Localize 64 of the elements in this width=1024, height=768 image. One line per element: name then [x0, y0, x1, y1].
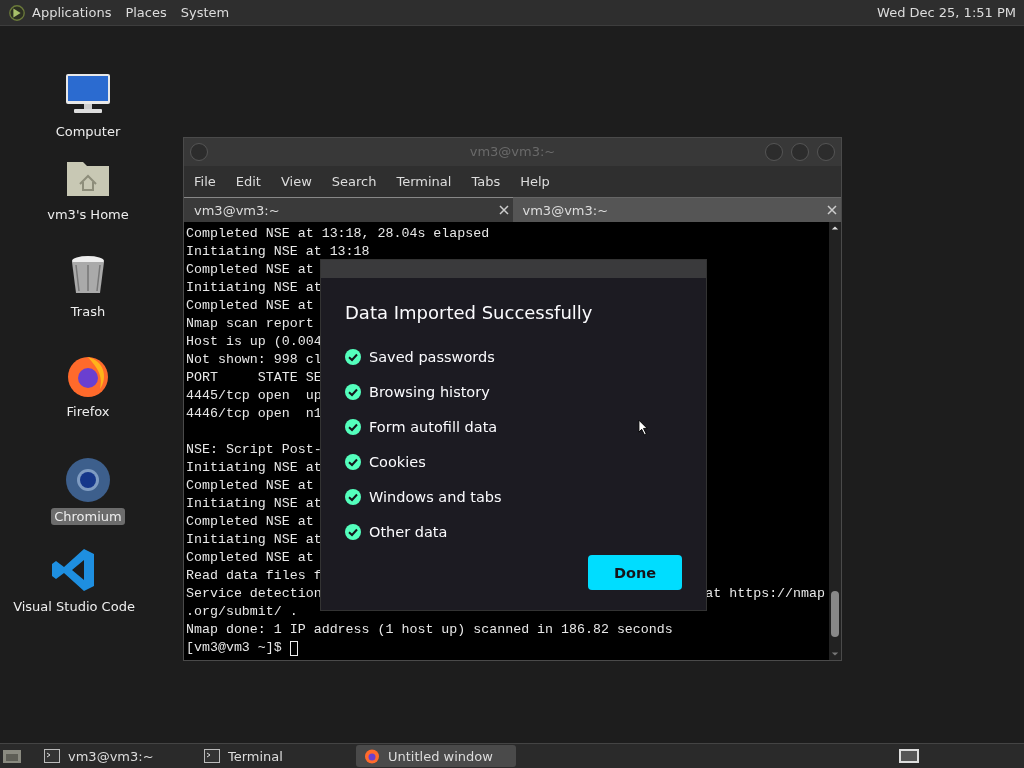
desktop-icon-label[interactable]: Trash: [67, 303, 109, 320]
terminal-line: PORT STATE SE: [186, 369, 322, 387]
terminal-line: Host is up (0.004: [186, 333, 322, 351]
terminal-line: at https://nmap: [705, 585, 825, 603]
terminal-line: Service detection: [186, 585, 322, 603]
terminal-line: Completed NSE at: [186, 297, 314, 315]
terminal-line: 4446/tcp open n1: [186, 405, 322, 423]
clock[interactable]: Wed Dec 25, 1:51 PM: [877, 5, 1016, 20]
terminal-line: Completed NSE at 13:18, 28.04s elapsed: [186, 225, 490, 243]
menu-item[interactable]: Search: [331, 174, 377, 189]
desktop-icon-label[interactable]: Chromium: [51, 508, 125, 525]
terminal-line: Completed NSE at: [186, 549, 314, 567]
imported-item-label: Browsing history: [369, 383, 490, 400]
imported-item-label: Cookies: [369, 453, 426, 470]
desktop-icon-label[interactable]: vm3's Home: [44, 206, 132, 223]
scrollbar[interactable]: [829, 222, 841, 660]
terminal-line: Initiating NSE at: [186, 279, 322, 297]
imported-item-label: Other data: [369, 523, 448, 540]
terminal-line: Nmap done: 1 IP address (1 host up) scanned in 186.82 seconds: [186, 621, 673, 639]
mouse-pointer-icon: [638, 419, 649, 436]
taskbar-button[interactable]: Untitled window: [356, 745, 516, 767]
done-button[interactable]: Done: [588, 555, 682, 590]
scroll-up-icon[interactable]: [831, 225, 839, 231]
terminal-line: Completed NSE at: [186, 477, 314, 495]
desktop-icon-label[interactable]: Visual Studio Code: [10, 598, 138, 615]
imported-item-label: Saved passwords: [369, 348, 495, 365]
browser-icon[interactable]: [64, 456, 112, 504]
terminal-line: .org/submit/ .: [186, 603, 298, 621]
terminal-line: Initiating NSE at: [186, 495, 322, 513]
panel-menu[interactable]: Places: [125, 5, 167, 20]
scroll-down-icon[interactable]: [831, 651, 839, 657]
terminal-icon: [44, 749, 60, 763]
browser-icon: [364, 748, 380, 764]
terminal-line: Completed NSE at: [186, 261, 314, 279]
terminal-line: NSE: Script Post-: [186, 441, 322, 459]
terminal-line: [vm3@vm3 ~]$: [186, 639, 283, 657]
terminal-line: Completed NSE at: [186, 513, 314, 531]
menu-item[interactable]: Tabs: [471, 174, 501, 189]
menu-item[interactable]: File: [194, 174, 216, 189]
terminal-tab[interactable]: vm3@vm3:~: [184, 197, 513, 222]
imported-item-label: Form autofill data: [369, 418, 498, 435]
panel-menu[interactable]: System: [180, 5, 230, 20]
terminal-line: Initiating NSE at: [186, 459, 322, 477]
menu-item[interactable]: Terminal: [396, 174, 452, 189]
terminal-icon: [204, 749, 220, 763]
workspace-switcher-icon[interactable]: [898, 748, 920, 764]
desktop-icon-label[interactable]: Firefox: [63, 403, 113, 420]
desktop-icon-label[interactable]: Computer: [52, 123, 124, 140]
menu-item[interactable]: Help: [520, 174, 550, 189]
show-desktop-icon[interactable]: [2, 748, 22, 764]
menu-item[interactable]: Edit: [235, 174, 261, 189]
terminal-tab[interactable]: vm3@vm3:~: [512, 197, 841, 222]
taskbar-button[interactable]: Terminal: [196, 745, 356, 767]
dialog-title: Data Imported Successfully: [345, 302, 594, 323]
terminal-line: Nmap scan report: [186, 315, 314, 333]
scroll-thumb[interactable]: [831, 591, 839, 637]
panel-menu[interactable]: Applications: [32, 5, 112, 20]
terminal-line: Not shown: 998 cl: [186, 351, 322, 369]
imported-item-label: Windows and tabs: [369, 488, 502, 505]
distro-logo-icon[interactable]: [8, 3, 26, 22]
terminal-line: Initiating NSE at 13:18: [186, 243, 370, 261]
terminal-line: Initiating NSE at: [186, 531, 322, 549]
menu-item[interactable]: View: [280, 174, 312, 189]
taskbar-button[interactable]: vm3@vm3:~: [36, 745, 196, 767]
